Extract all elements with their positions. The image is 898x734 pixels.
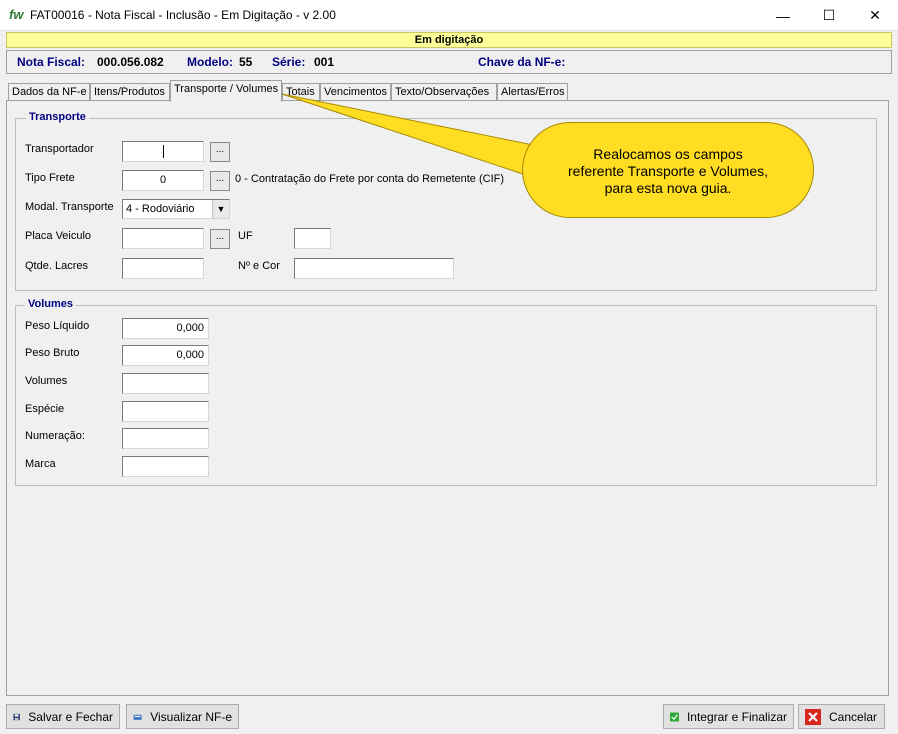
view-nfe-label: Visualizar NF-e xyxy=(150,709,232,724)
tab-transporte-volumes[interactable]: Transporte / Volumes xyxy=(170,80,282,102)
view-nfe-button[interactable]: Visualizar NF-e xyxy=(126,704,239,729)
cancel-label: Cancelar xyxy=(829,709,878,724)
integrate-finish-button[interactable]: Integrar e Finalizar xyxy=(663,704,794,729)
save-close-button[interactable]: Salvar e Fechar xyxy=(6,704,120,729)
integrate-finish-label: Integrar e Finalizar xyxy=(686,709,787,724)
nfe-document-icon xyxy=(133,714,142,720)
floppy-disk-icon xyxy=(13,713,20,720)
callout-pointer xyxy=(281,93,557,186)
save-close-label: Salvar e Fechar xyxy=(28,709,113,724)
callout-line: para esta nova guia. xyxy=(604,180,732,196)
cancel-button[interactable]: Cancelar xyxy=(798,704,885,729)
red-x-icon xyxy=(805,708,821,725)
callout-text: Realocamos os campos referente Transport… xyxy=(540,146,796,197)
green-check-icon xyxy=(670,712,679,721)
tab-label: Transporte / Volumes xyxy=(174,83,279,95)
callout-line: referente Transporte e Volumes, xyxy=(568,163,768,179)
callout-line: Realocamos os campos xyxy=(593,146,743,162)
